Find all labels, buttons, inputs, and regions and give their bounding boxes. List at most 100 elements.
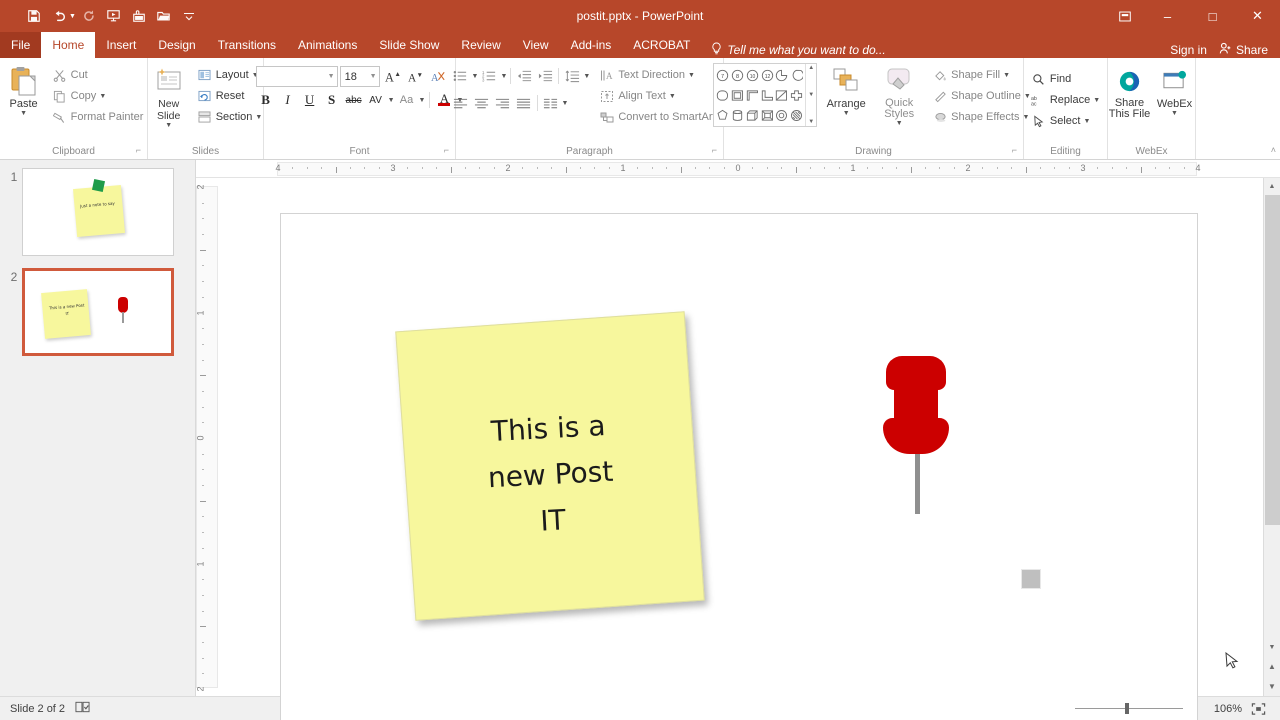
horizontal-ruler[interactable]: 4 3 2 1 0 1 2 3 4 bbox=[196, 160, 1280, 178]
tab-acrobat[interactable]: ACROBAT bbox=[622, 32, 701, 58]
previous-slide-button[interactable]: ▲ bbox=[1264, 656, 1280, 676]
thumbnail-slide-2[interactable]: 2 This is a new Post IT bbox=[0, 268, 195, 368]
align-text-caret[interactable]: ▼ bbox=[669, 93, 676, 100]
scroll-down-icon[interactable]: ▼ bbox=[1264, 639, 1280, 656]
gray-square-shape[interactable] bbox=[1021, 569, 1041, 589]
font-dialog-launcher[interactable]: ⌐ bbox=[444, 143, 449, 158]
copy-dropdown-caret[interactable]: ▼ bbox=[99, 93, 106, 100]
zoom-slider-track[interactable] bbox=[1075, 703, 1184, 714]
shape-donut-icon[interactable] bbox=[775, 105, 790, 125]
select-button[interactable]: Select ▼ bbox=[1028, 111, 1103, 131]
thumbnail-frame-2[interactable]: This is a new Post IT bbox=[22, 268, 174, 356]
paste-button[interactable]: Paste ▼ bbox=[1, 63, 47, 117]
align-text-button[interactable]: Align Text ▼ bbox=[596, 86, 728, 106]
replace-button[interactable]: ab ac Replace ▼ bbox=[1028, 90, 1103, 110]
slide-counter[interactable]: Slide 2 of 2 bbox=[10, 703, 65, 715]
clear-formatting-button[interactable]: A bbox=[428, 66, 449, 87]
arrange-button[interactable]: Arrange ▼ bbox=[821, 63, 871, 117]
align-right-button[interactable] bbox=[493, 93, 513, 113]
slide-stage[interactable]: This is a new Post IT bbox=[218, 178, 1263, 720]
align-left-button[interactable] bbox=[451, 93, 471, 113]
font-size-caret[interactable]: ▼ bbox=[370, 73, 377, 80]
customize-qat-icon[interactable] bbox=[177, 5, 201, 27]
drawing-dialog-launcher[interactable]: ⌐ bbox=[1012, 143, 1017, 158]
shape-corner-icon[interactable] bbox=[745, 85, 760, 105]
shape-cross-icon[interactable] bbox=[789, 85, 804, 105]
tab-transitions[interactable]: Transitions bbox=[207, 32, 287, 58]
zoom-level-label[interactable]: 106% bbox=[1208, 703, 1242, 715]
shape-frame-icon[interactable] bbox=[730, 85, 745, 105]
scroll-up-icon[interactable]: ▲ bbox=[1264, 178, 1280, 195]
shape-cylinder-icon[interactable] bbox=[730, 105, 745, 125]
tab-review[interactable]: Review bbox=[450, 32, 511, 58]
decrease-font-size-button[interactable]: A ▼ bbox=[405, 66, 426, 87]
accessibility-checker-icon[interactable] bbox=[75, 700, 90, 717]
columns-caret[interactable]: ▼ bbox=[562, 100, 569, 107]
undo-icon[interactable] bbox=[47, 5, 71, 27]
shape-teardrop-icon[interactable] bbox=[789, 65, 804, 85]
maximize-button[interactable]: □ bbox=[1190, 0, 1235, 32]
increase-indent-button[interactable] bbox=[535, 66, 555, 86]
save-icon[interactable] bbox=[22, 5, 46, 27]
shape-dodecagon-12-icon[interactable]: 12 bbox=[760, 65, 775, 85]
webex-caret[interactable]: ▼ bbox=[1171, 110, 1178, 117]
shape-rounded-rect-icon[interactable] bbox=[715, 85, 730, 105]
arrange-dropdown-caret[interactable]: ▼ bbox=[843, 110, 850, 117]
shape-decagon-10-icon[interactable]: 10 bbox=[745, 65, 760, 85]
zoom-slider-thumb[interactable] bbox=[1125, 703, 1130, 714]
cut-button[interactable]: Cut bbox=[49, 65, 147, 85]
shape-diagonal-stripe-icon[interactable] bbox=[775, 85, 790, 105]
underline-button[interactable]: U bbox=[300, 90, 320, 110]
replace-caret[interactable]: ▼ bbox=[1093, 97, 1100, 104]
change-case-caret[interactable]: ▼ bbox=[419, 97, 426, 104]
redo-icon[interactable] bbox=[77, 5, 101, 27]
strikethrough-button[interactable]: abc bbox=[344, 90, 364, 110]
bullets-button[interactable] bbox=[451, 66, 471, 86]
shape-no-symbol-icon[interactable] bbox=[789, 105, 804, 125]
red-pushpin-shape[interactable] bbox=[883, 356, 953, 516]
convert-to-smartart-button[interactable]: Convert to SmartArt ▼ bbox=[596, 107, 728, 127]
paragraph-dialog-launcher[interactable]: ⌐ bbox=[712, 143, 717, 158]
tab-add-ins[interactable]: Add-ins bbox=[560, 32, 623, 58]
tab-view[interactable]: View bbox=[512, 32, 560, 58]
share-this-file-button[interactable]: Share This File bbox=[1109, 63, 1151, 120]
shapes-gallery[interactable]: 7 8 10 12 ▲ ▼ ▼ bbox=[713, 63, 818, 127]
format-painter-button[interactable]: Format Painter bbox=[49, 107, 147, 127]
text-direction-button[interactable]: A Text Direction ▼ bbox=[596, 65, 728, 85]
font-name-caret[interactable]: ▼ bbox=[328, 73, 335, 80]
shape-heptagon-7-icon[interactable]: 7 bbox=[715, 65, 730, 85]
open-icon[interactable] bbox=[152, 5, 176, 27]
gallery-scroll-up-icon[interactable]: ▲ bbox=[808, 65, 814, 71]
line-spacing-caret[interactable]: ▼ bbox=[583, 73, 590, 80]
scroll-thumb[interactable] bbox=[1264, 195, 1280, 525]
slide-thumbnail-pane[interactable]: 1 Just a note to say 2 This is a new Pos… bbox=[0, 160, 196, 696]
tab-home[interactable]: Home bbox=[41, 32, 96, 58]
shapes-gallery-scroll[interactable]: ▲ ▼ ▼ bbox=[805, 64, 816, 126]
shape-pie-icon[interactable] bbox=[775, 65, 790, 85]
text-shadow-button[interactable]: S bbox=[322, 90, 342, 110]
shape-effects-button[interactable]: Shape Effects ▼ bbox=[929, 107, 1034, 127]
bold-button[interactable]: B bbox=[256, 90, 276, 110]
slide-canvas[interactable]: This is a new Post IT bbox=[280, 213, 1239, 720]
quick-styles-caret[interactable]: ▼ bbox=[896, 120, 903, 127]
clipboard-dialog-launcher[interactable]: ⌐ bbox=[136, 143, 141, 158]
justify-button[interactable] bbox=[514, 93, 534, 113]
select-caret[interactable]: ▼ bbox=[1083, 118, 1090, 125]
line-spacing-button[interactable] bbox=[562, 66, 582, 86]
new-slide-button[interactable]: New Slide ▼ bbox=[146, 63, 192, 129]
shape-octagon-8-icon[interactable]: 8 bbox=[730, 65, 745, 85]
columns-button[interactable] bbox=[541, 93, 561, 113]
close-button[interactable]: ✕ bbox=[1235, 0, 1280, 32]
next-slide-button[interactable]: ▼ bbox=[1264, 676, 1280, 696]
bullets-caret[interactable]: ▼ bbox=[472, 73, 479, 80]
section-button[interactable]: Section ▼ bbox=[194, 107, 266, 127]
layout-button[interactable]: Layout ▼ bbox=[194, 65, 266, 85]
start-slideshow-icon[interactable] bbox=[102, 5, 126, 27]
font-name-input[interactable]: ▼ bbox=[255, 66, 338, 87]
tab-design[interactable]: Design bbox=[147, 32, 206, 58]
copy-button[interactable]: Copy ▼ bbox=[49, 86, 147, 106]
collapse-ribbon-button[interactable]: ˄ bbox=[1271, 145, 1276, 155]
tab-animations[interactable]: Animations bbox=[287, 32, 368, 58]
change-case-button[interactable]: Aa bbox=[397, 90, 417, 110]
shape-bevel-icon[interactable] bbox=[760, 105, 775, 125]
